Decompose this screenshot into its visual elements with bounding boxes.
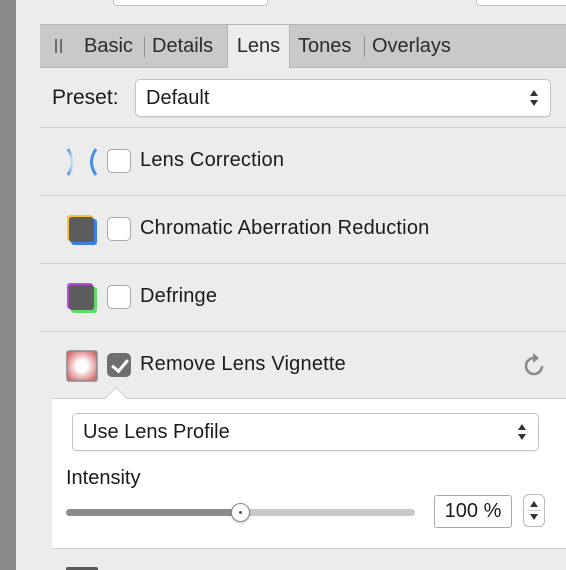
chromatic-aberration-label: Chromatic Aberration Reduction (140, 217, 430, 239)
defringe-icon (67, 283, 97, 313)
vignette-icon (66, 350, 98, 382)
defringe-checkbox[interactable] (107, 285, 131, 309)
lens-correction-icon (66, 148, 98, 176)
intensity-value-field[interactable]: 100 % (434, 495, 512, 528)
preset-select[interactable]: Default (135, 79, 551, 117)
lens-correction-row: Lens Correction (40, 128, 566, 196)
vignette-mode-select[interactable]: Use Lens Profile (72, 413, 539, 451)
tab-overlays[interactable]: Overlays (372, 25, 451, 67)
next-row (52, 548, 566, 570)
top-control-left[interactable] (113, 0, 268, 6)
tab-separator (364, 37, 365, 57)
preset-value: Default (146, 87, 210, 109)
chromatic-aberration-row: Chromatic Aberration Reduction (40, 196, 566, 264)
tab-separator (144, 37, 145, 57)
intensity-slider[interactable] (66, 503, 415, 522)
select-arrows-icon (530, 88, 540, 108)
lens-correction-label: Lens Correction (140, 149, 285, 171)
defringe-label: Defringe (140, 285, 218, 307)
tab-bar: Basic Details Lens Tones Overlays (40, 24, 566, 69)
panel-gutter (16, 0, 40, 570)
window-edge (0, 0, 16, 570)
intensity-slider-thumb[interactable] (231, 503, 250, 522)
vignette-options: Use Lens Profile Intensity 100 % (52, 398, 566, 548)
tab-tones[interactable]: Tones (298, 25, 351, 67)
chromatic-aberration-checkbox[interactable] (107, 217, 131, 241)
defringe-row: Defringe (40, 264, 566, 332)
vignette-checkbox[interactable] (107, 353, 131, 377)
intensity-slider-fill (66, 509, 241, 516)
chromatic-aberration-icon (67, 215, 97, 245)
vignette-mode-value: Use Lens Profile (83, 421, 230, 443)
vignette-label: Remove Lens Vignette (140, 353, 346, 375)
preset-label: Preset: (52, 86, 119, 109)
intensity-label: Intensity (66, 467, 141, 489)
tab-basic[interactable]: Basic (84, 25, 133, 67)
intensity-stepper[interactable] (523, 494, 545, 527)
preset-row: Preset: Default (40, 68, 566, 128)
select-arrows-icon (518, 422, 528, 442)
grip-handle-icon[interactable] (55, 39, 63, 53)
reset-icon[interactable] (520, 352, 548, 380)
tab-lens[interactable]: Lens (227, 25, 290, 69)
top-control-right[interactable] (476, 0, 566, 6)
stepper-up-icon[interactable] (530, 501, 538, 507)
stepper-down-icon[interactable] (530, 514, 538, 520)
lens-correction-checkbox[interactable] (107, 149, 131, 173)
tab-details[interactable]: Details (152, 25, 213, 67)
